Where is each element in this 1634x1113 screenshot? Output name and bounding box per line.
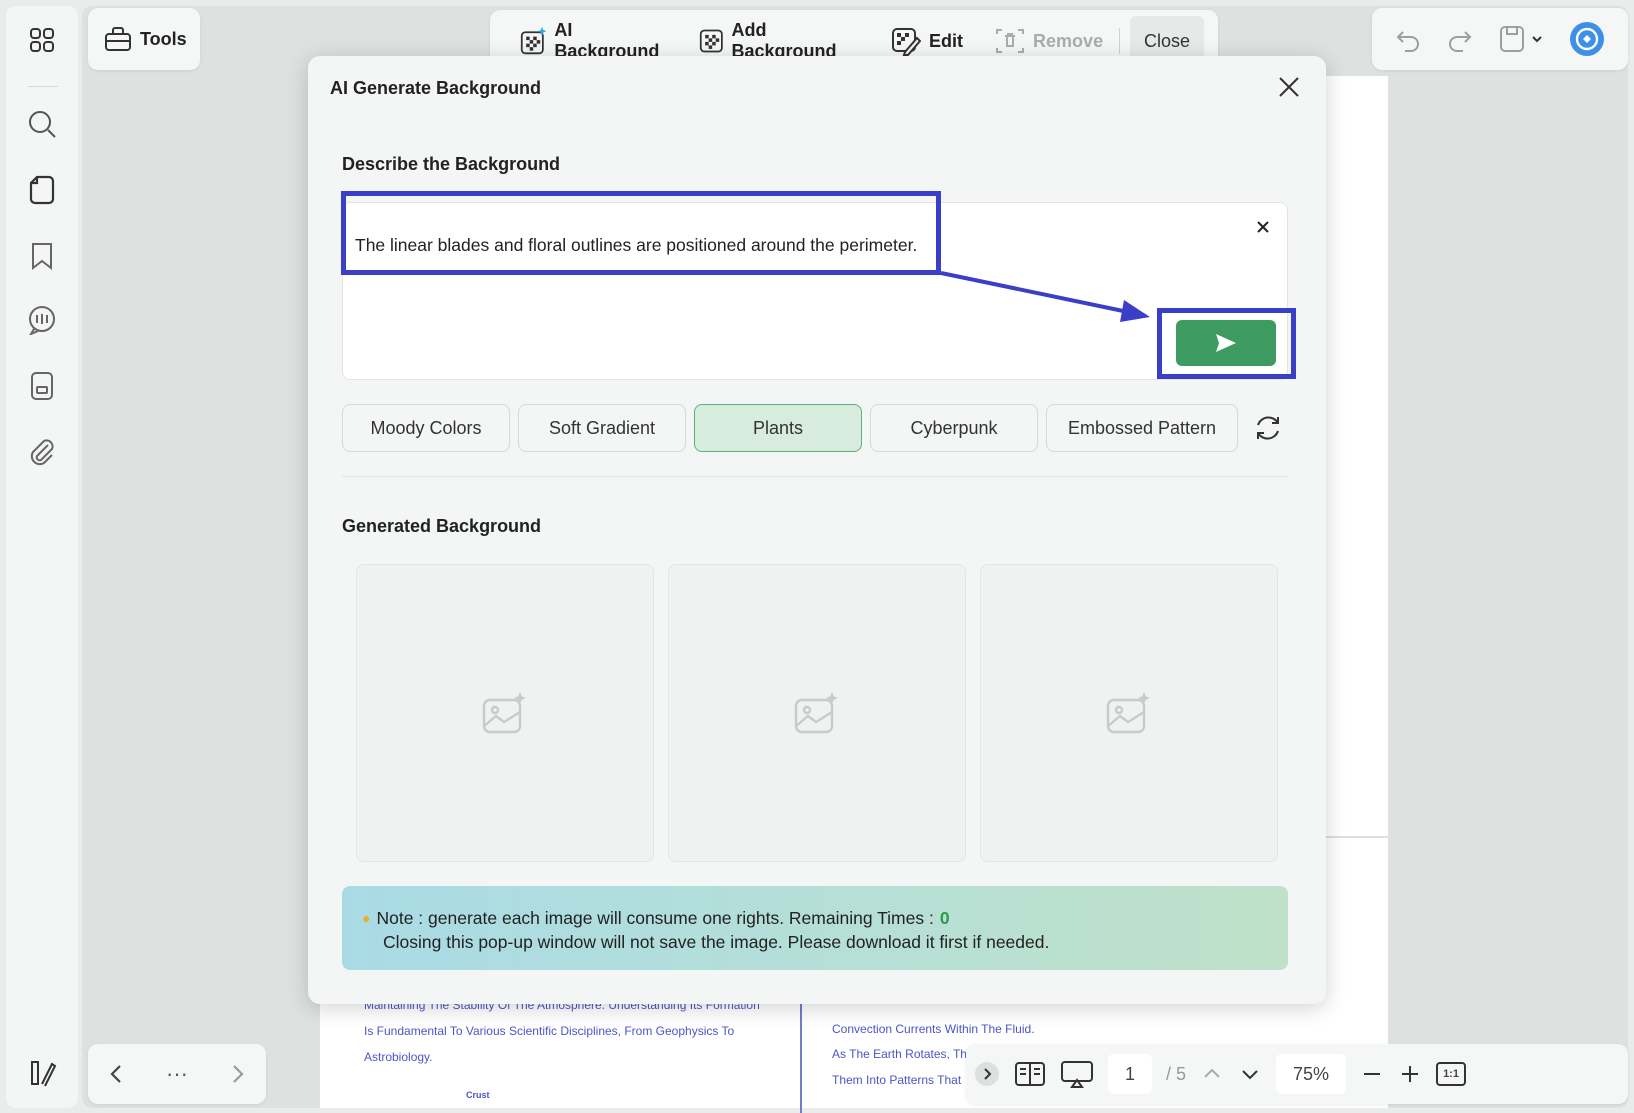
chip-moody-colors[interactable]: Moody Colors	[342, 404, 510, 452]
sidebar-toggle-icon[interactable]	[28, 1058, 58, 1088]
note-line-2: Closing this pop-up window will not save…	[383, 932, 1050, 952]
column-divider	[800, 1000, 802, 1113]
ai-assistant-icon[interactable]	[1569, 21, 1605, 57]
doc-figure-label: Crust	[466, 1090, 490, 1100]
view-controls: 1 / 5 75% 1:1	[966, 1044, 1628, 1104]
chevron-right-icon[interactable]	[227, 1063, 247, 1085]
chip-embossed-pattern[interactable]: Embossed Pattern	[1046, 404, 1238, 452]
note-line-1: Note : generate each image will consume …	[376, 908, 934, 928]
send-highlight-annotation	[1157, 308, 1296, 379]
dialog-title: AI Generate Background	[330, 78, 542, 98]
page-navigation: ···	[88, 1044, 266, 1104]
right-toolbar	[1372, 8, 1628, 70]
toolbox-icon	[105, 27, 131, 51]
bookmark-icon[interactable]	[26, 240, 58, 272]
chip-cyberpunk[interactable]: Cyberpunk	[870, 404, 1038, 452]
page-number-input[interactable]: 1	[1108, 1054, 1152, 1094]
apps-grid-icon[interactable]	[26, 24, 58, 56]
clear-icon[interactable]	[1255, 219, 1271, 235]
chip-plants[interactable]: Plants	[694, 404, 862, 452]
generated-image-slot[interactable]	[668, 564, 966, 862]
expand-arrow-icon[interactable]	[974, 1061, 1000, 1087]
section-divider	[342, 476, 1288, 477]
note-banner: ● Note : generate each image will consum…	[342, 886, 1288, 970]
checker-icon	[699, 29, 723, 53]
search-icon[interactable]	[26, 108, 58, 140]
describe-section-title: Describe the Background	[342, 154, 561, 174]
attachment-icon[interactable]	[26, 436, 58, 468]
lightbulb-icon: ●	[362, 910, 371, 926]
image-placeholder-icon	[1106, 692, 1150, 734]
document-icon[interactable]	[26, 370, 58, 402]
prompt-highlight-annotation	[341, 191, 941, 275]
generated-image-slot[interactable]	[980, 564, 1278, 862]
chip-soft-gradient[interactable]: Soft Gradient	[518, 404, 686, 452]
actual-size-button[interactable]: 1:1	[1436, 1062, 1467, 1086]
doc-text-line: As The Earth Rotates, Th	[832, 1047, 967, 1061]
edit-label: Edit	[929, 30, 964, 51]
actual-size-label: 1:1	[1443, 1068, 1459, 1080]
image-placeholder-icon	[482, 692, 526, 734]
more-button[interactable]: ···	[166, 1061, 188, 1087]
generated-image-slot[interactable]	[356, 564, 654, 862]
zoom-out-icon[interactable]	[1360, 1062, 1384, 1086]
close-icon[interactable]	[1274, 72, 1304, 102]
remove-label: Remove	[1033, 30, 1104, 51]
sidebar-divider	[28, 86, 58, 87]
toolbar-separator	[1119, 28, 1120, 54]
left-sidebar	[6, 6, 78, 1108]
edit-checker-icon	[892, 28, 922, 56]
generated-section-title: Generated Background	[342, 516, 542, 536]
zoom-in-icon[interactable]	[1398, 1062, 1422, 1086]
doc-text-line: Them Into Patterns That	[832, 1073, 962, 1087]
chevron-up-icon[interactable]	[1200, 1062, 1224, 1086]
chevron-left-icon[interactable]	[107, 1063, 127, 1085]
remaining-times: 0	[939, 908, 950, 928]
total-pages: / 5	[1166, 1063, 1187, 1084]
ai-checker-icon	[520, 26, 547, 55]
doc-text-line: Astrobiology.	[364, 1050, 433, 1064]
redo-icon[interactable]	[1447, 26, 1473, 52]
tools-button[interactable]: Tools	[88, 8, 200, 70]
doc-text-line: Is Fundamental To Various Scientific Dis…	[364, 1024, 735, 1038]
comment-icon[interactable]	[26, 304, 58, 336]
image-placeholder-icon	[794, 692, 838, 734]
reading-mode-icon[interactable]	[1014, 1060, 1046, 1088]
refresh-icon[interactable]	[1252, 412, 1284, 444]
save-icon[interactable]	[1499, 24, 1543, 54]
remove-frame-icon	[996, 29, 1025, 53]
presentation-icon[interactable]	[1060, 1059, 1094, 1089]
style-chips: Moody Colors Soft Gradient Plants Cyberp…	[342, 404, 1238, 452]
tools-label: Tools	[140, 28, 187, 49]
chevron-down-icon[interactable]	[1238, 1062, 1262, 1086]
doc-text-line: Convection Currents Within The Fluid.	[832, 1022, 1035, 1036]
pages-icon[interactable]	[26, 174, 58, 206]
undo-icon[interactable]	[1395, 26, 1421, 52]
zoom-level[interactable]: 75%	[1276, 1054, 1347, 1094]
